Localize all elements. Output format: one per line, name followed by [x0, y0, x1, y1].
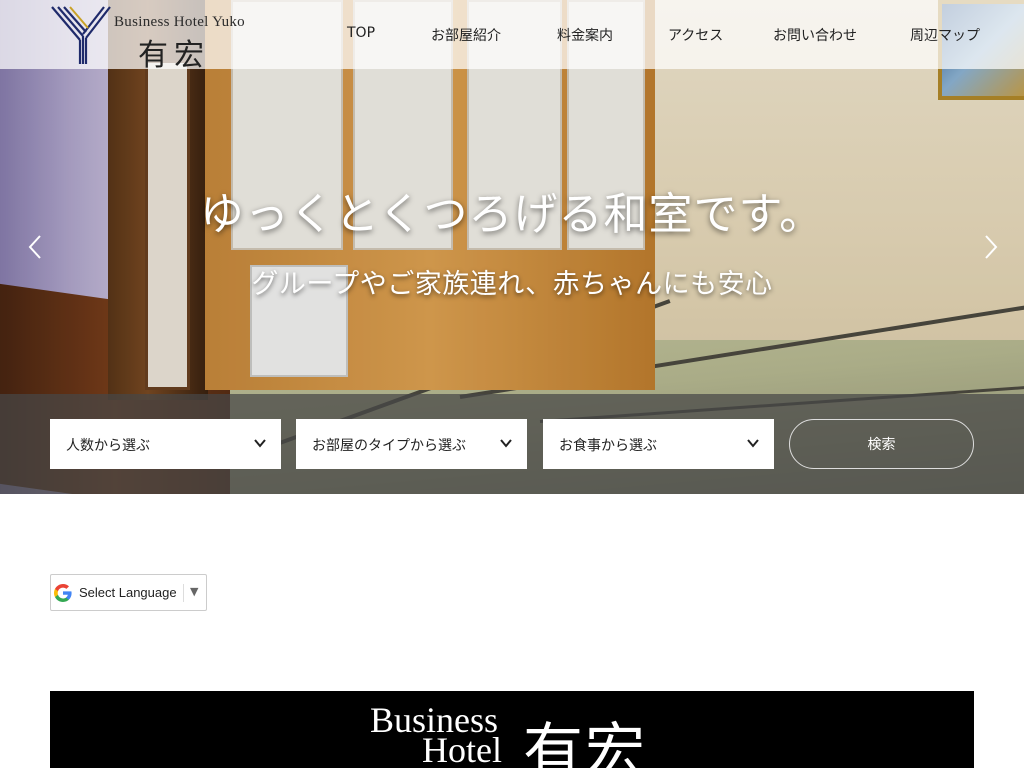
slider-prev-button[interactable]: [24, 230, 48, 264]
guests-select-label: 人数から選ぶ: [66, 438, 150, 454]
site-logo[interactable]: Business Hotel Yuko 有宏: [50, 4, 250, 73]
hero-subtitle: グループやご家族連れ、赤ちゃんにも安心: [251, 269, 773, 300]
room-type-select-label: お部屋のタイプから選ぶ: [312, 438, 466, 454]
logo-text-jp: 有宏: [138, 38, 210, 73]
chevron-right-icon: [985, 235, 998, 259]
nav-rooms[interactable]: お部屋紹介: [431, 25, 501, 45]
nav-top[interactable]: TOP: [347, 25, 375, 41]
language-select-label: Select Language: [79, 585, 177, 600]
google-g-icon: [54, 584, 72, 602]
room-type-select[interactable]: お部屋のタイプから選ぶ: [296, 419, 527, 469]
banner-title-en: Business Hotel: [370, 702, 502, 768]
caret-down-icon: ▼: [190, 585, 199, 598]
site-header: Business Hotel Yuko 有宏 TOP お部屋紹介 料金案内 アク…: [0, 0, 1024, 73]
language-select-divider: [183, 584, 184, 602]
nav-area-map[interactable]: 周辺マップ: [910, 25, 980, 45]
language-select[interactable]: Select Language ▼: [50, 574, 207, 611]
meal-select-label: お食事から選ぶ: [559, 438, 657, 454]
hero-slider: ゆっくとくつろげる和室です。 グループやご家族連れ、赤ちゃんにも安心 人数から選…: [0, 0, 1024, 494]
logo-mark-icon: [51, 6, 111, 64]
guests-select[interactable]: 人数から選ぶ: [50, 419, 281, 469]
nav-pricing[interactable]: 料金案内: [557, 25, 613, 45]
slider-next-button[interactable]: [978, 230, 1002, 264]
hero-title: ゆっくとくつろげる和室です。: [199, 189, 825, 240]
chevron-down-icon: [500, 439, 512, 448]
nav-access[interactable]: アクセス: [668, 25, 723, 45]
chevron-down-icon: [254, 439, 266, 448]
hotel-banner: Business Hotel 有宏: [50, 691, 974, 768]
page: ゆっくとくつろげる和室です。 グループやご家族連れ、赤ちゃんにも安心 人数から選…: [0, 0, 1024, 768]
nav-contact[interactable]: お問い合わせ: [773, 25, 857, 45]
chevron-left-icon: [28, 235, 41, 259]
search-button[interactable]: 検索: [789, 419, 974, 469]
logo-text-en: Business Hotel Yuko: [114, 14, 245, 30]
banner-title-jp: 有宏: [523, 717, 647, 768]
meal-select[interactable]: お食事から選ぶ: [543, 419, 774, 469]
chevron-down-icon: [747, 439, 759, 448]
search-bar: 人数から選ぶ お部屋のタイプから選ぶ お食事から選ぶ 検索: [0, 394, 1024, 494]
